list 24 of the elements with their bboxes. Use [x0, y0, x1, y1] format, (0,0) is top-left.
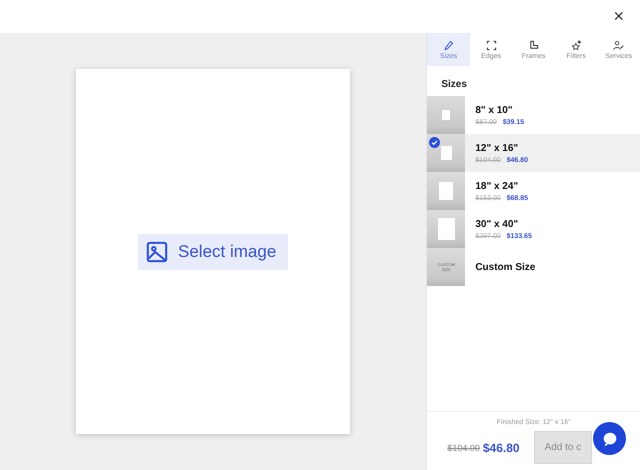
frame-thumbnail — [427, 134, 466, 172]
frame-icon — [528, 40, 540, 50]
close-button[interactable]: × — [609, 6, 628, 27]
total-price: $46.80 — [482, 440, 520, 454]
frame-thumbnail — [427, 172, 466, 210]
chat-button[interactable] — [593, 422, 626, 455]
person-icon — [613, 40, 624, 50]
pen-icon — [443, 40, 454, 50]
add-to-cart-button[interactable]: Add to c — [534, 431, 592, 464]
corners-icon — [486, 40, 497, 50]
size-name: 8" x 10" — [475, 104, 514, 116]
size-name: 18" x 24" — [475, 180, 520, 192]
select-image-button[interactable]: Select image — [138, 234, 288, 270]
size-name: 30" x 40" — [475, 218, 520, 230]
size-name: Custom Size — [475, 262, 536, 272]
check-icon — [429, 137, 440, 148]
frame-thumbnail — [427, 210, 466, 248]
size-name: 12" x 16" — [475, 142, 520, 154]
section-title: Sizes — [440, 78, 468, 92]
image-icon — [146, 240, 168, 262]
chat-icon — [600, 430, 618, 448]
frame-thumbnail — [427, 96, 466, 134]
sparkle-icon — [570, 40, 582, 50]
old-price: $104.00 — [447, 442, 480, 452]
